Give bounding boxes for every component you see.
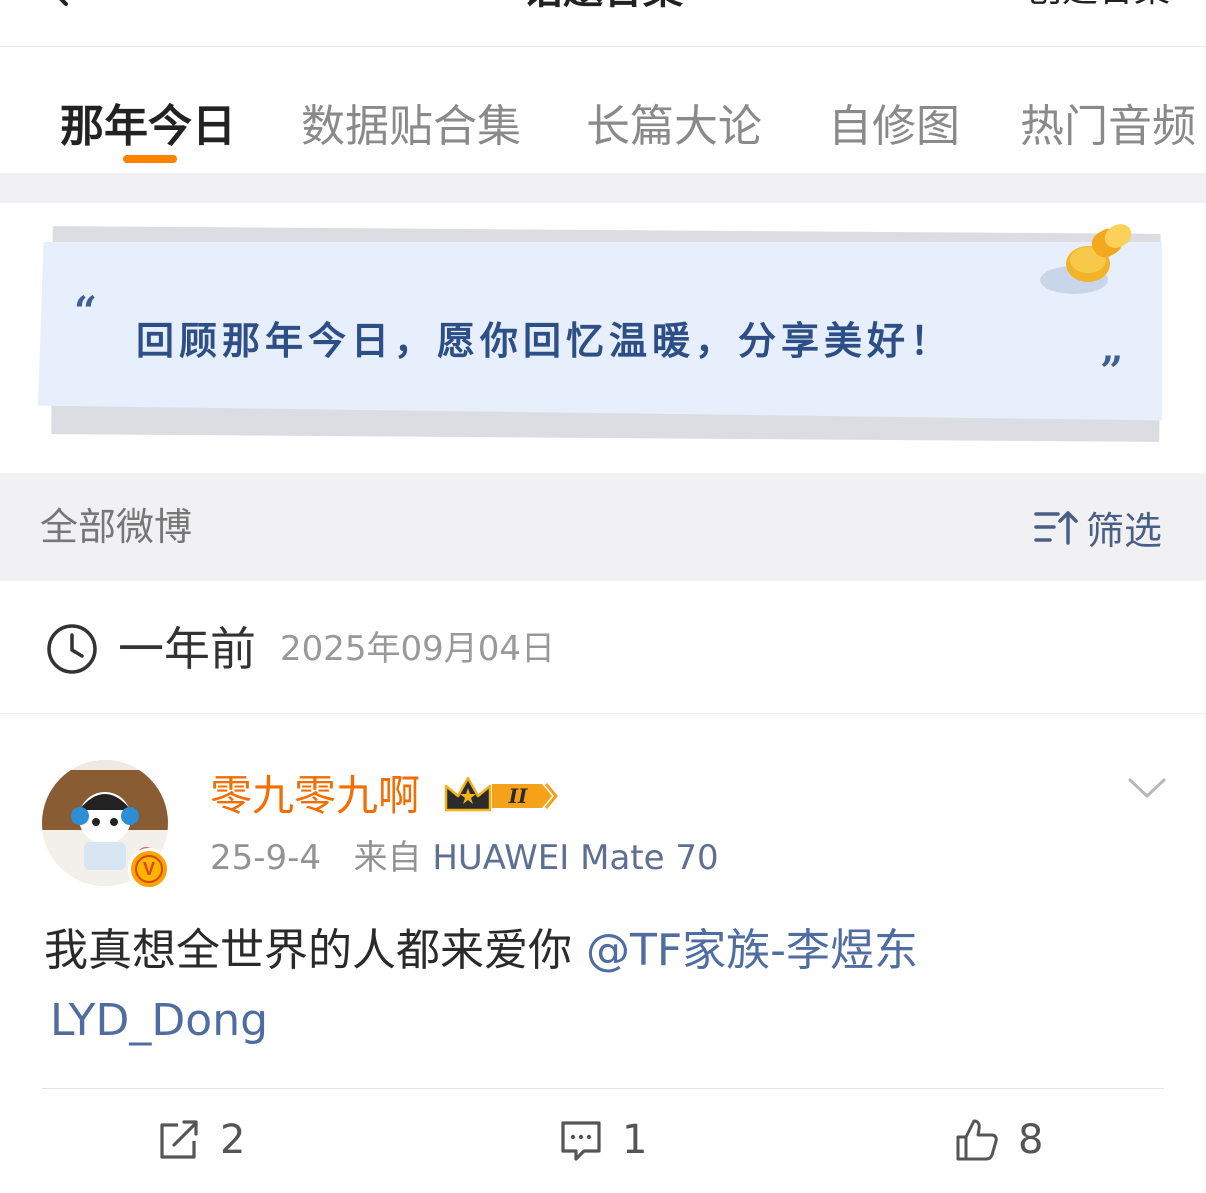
post-text: 我真想全世界的人都来爱你 — [44, 925, 586, 976]
relative-time-label: 一年前 — [118, 622, 256, 676]
filter-button[interactable]: 筛选 — [1034, 502, 1162, 553]
comment-button[interactable]: 1 — [558, 1115, 647, 1165]
tab-na-nian-jin-ri[interactable]: 那年今日 — [60, 97, 236, 157]
thumbs-up-icon — [956, 1119, 998, 1161]
action-divider — [42, 1088, 1164, 1089]
date-header: 一年前 2025年09月04日 — [0, 581, 1206, 714]
filter-bar: 全部微博 筛选 — [0, 473, 1206, 581]
filter-button-label: 筛选 — [1085, 508, 1162, 553]
mention-link[interactable]: @TF家族-李煜东 — [586, 925, 918, 976]
repost-icon — [160, 1120, 198, 1159]
username[interactable]: 零九零九啊 — [210, 768, 420, 824]
clock-icon — [47, 624, 97, 674]
pin-icon — [1040, 224, 1132, 294]
open-quote-mark: “ — [74, 288, 98, 335]
source-prefix: 来自 — [353, 838, 422, 878]
full-date-label: 2025年09月04日 — [280, 629, 556, 669]
verified-badge-icon: V — [128, 848, 170, 890]
tab-self-edited-images[interactable]: 自修图 — [828, 97, 960, 157]
create-collection-button[interactable]: 创建合集 — [1026, 0, 1170, 10]
tab-bar: 那年今日 数据贴合集 长篇大论 自修图 热门音频 — [0, 47, 1206, 173]
repost-count: 2 — [220, 1117, 246, 1163]
tab-long-discussion[interactable]: 长篇大论 — [586, 97, 762, 157]
like-button[interactable]: 8 — [954, 1115, 1043, 1165]
tab-hot-audio[interactable]: 热门音频 — [1020, 97, 1196, 157]
post-date: 25-9-4 — [210, 838, 322, 878]
tab-data-collection[interactable]: 数据贴合集 — [301, 97, 521, 157]
post-body: 我真想全世界的人都来爱你 @TF家族-李煜东 LYD_Dong — [44, 916, 1174, 1056]
device-source-link[interactable]: HUAWEI Mate 70 — [432, 838, 718, 878]
comment-icon — [561, 1121, 601, 1161]
section-separator — [0, 173, 1206, 203]
top-nav-bar: 话题合集 创建合集 — [0, 0, 1206, 47]
repost-button[interactable]: 2 — [156, 1115, 245, 1165]
level-badge-text: II — [508, 784, 528, 808]
filter-sort-icon — [1034, 511, 1078, 545]
weibo-post-card: V 零九零九啊 II 25-9-4 来自 HUAWEI Mate 70 我真想全… — [0, 714, 1206, 1193]
all-posts-label: 全部微博 — [40, 505, 193, 549]
banner-slogan: 回顾那年今日，愿你回忆温暖，分享美好！ — [136, 318, 954, 363]
crown-level-badge-icon: II — [444, 776, 558, 812]
mention-link-continued[interactable]: LYD_Dong — [44, 986, 1174, 1056]
comment-count: 1 — [622, 1117, 648, 1163]
close-quote-mark: ” — [1100, 348, 1124, 395]
post-meta: 25-9-4 来自 HUAWEI Mate 70 — [210, 836, 719, 880]
chevron-down-icon[interactable] — [1126, 774, 1168, 804]
like-count: 8 — [1018, 1117, 1044, 1163]
active-tab-indicator — [123, 155, 177, 163]
